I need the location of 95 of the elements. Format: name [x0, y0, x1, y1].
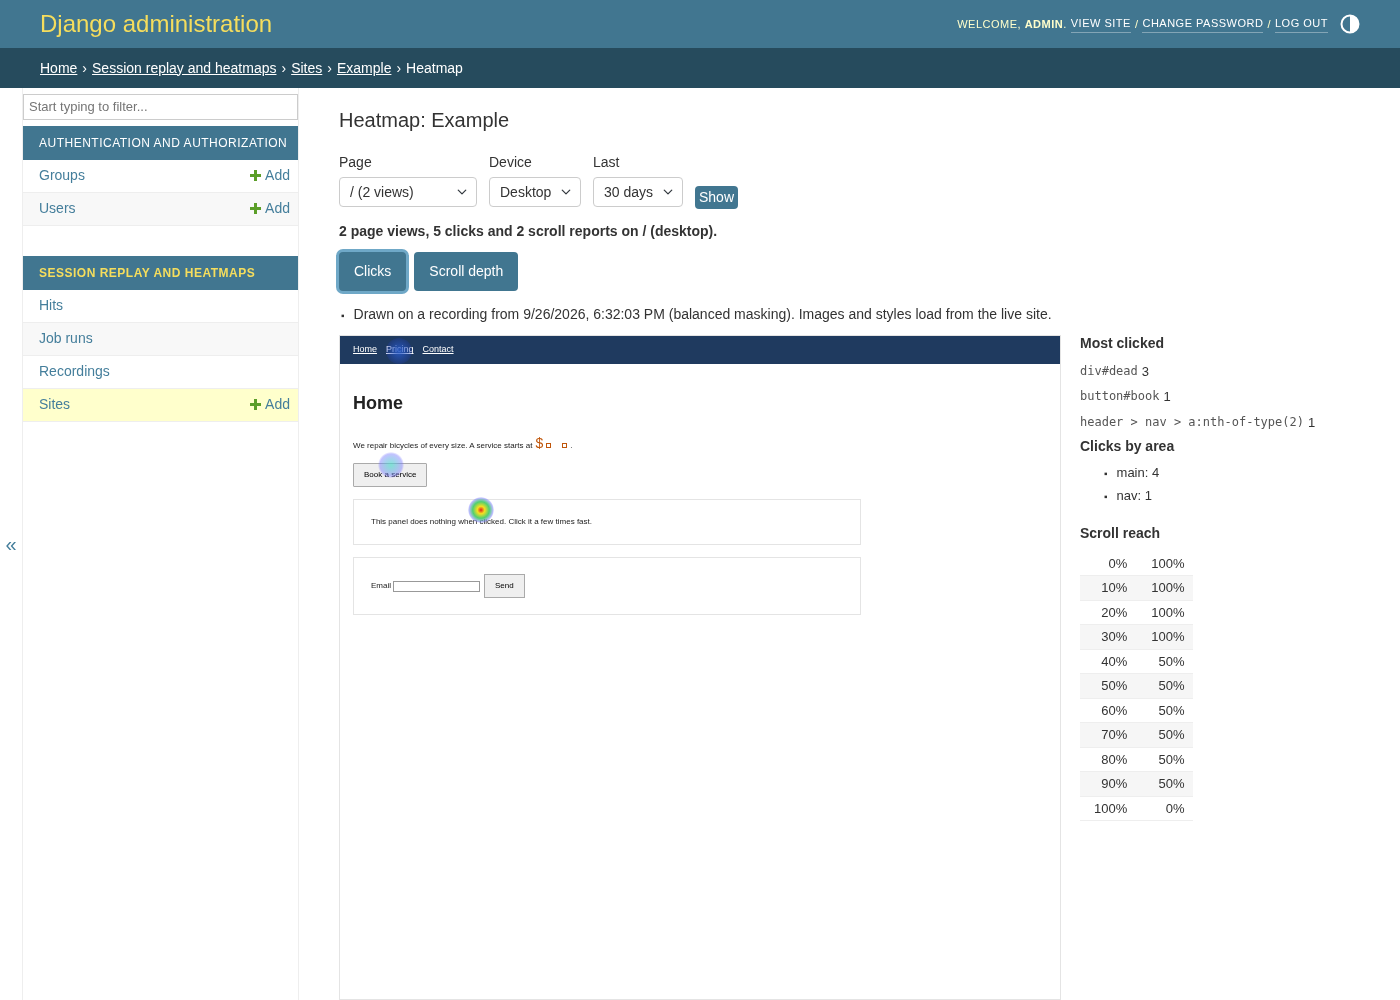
intro-text: We repair bicycles of every size. A service starts at: [353, 440, 533, 453]
email-field[interactable]: [393, 580, 480, 592]
breadcrumb-current: Heatmap: [406, 58, 463, 78]
table-cell: 40%: [1080, 649, 1136, 674]
table-cell: 60%: [1080, 698, 1136, 723]
table-cell: 0%: [1135, 796, 1193, 821]
breadcrumb-link[interactable]: Sites: [291, 57, 323, 79]
note-text: Drawn on a recording from 9/26/2026, 6:32:03 PM (balanced masking). Images and styles load from the live site.: [353, 305, 1052, 324]
model-link[interactable]: Job runs: [39, 328, 93, 349]
model-link[interactable]: Users: [39, 198, 76, 219]
price-text: $: [535, 434, 544, 454]
table-cell: 80%: [1080, 747, 1136, 772]
model-link[interactable]: Sites: [39, 394, 71, 415]
table-cell: 30%: [1080, 624, 1136, 650]
filter-field[interactable]: Start typing to filter...: [23, 94, 298, 120]
view-tab[interactable]: Scroll depth: [414, 252, 519, 291]
table-cell: 50%: [1135, 649, 1193, 674]
panel-text: This panel does nothing when clicked. Click it a few times fast.: [371, 517, 592, 527]
filter-select[interactable]: Desktop: [489, 177, 581, 207]
send-button[interactable]: Send: [484, 574, 525, 599]
breadcrumb-separator: ›: [396, 58, 402, 78]
table-cell: 70%: [1080, 722, 1136, 748]
add-link[interactable]: Add: [250, 165, 290, 186]
bullet-mark: ▪: [1104, 467, 1108, 481]
filter-label: Page: [339, 153, 373, 172]
click-count: 1: [1163, 388, 1171, 407]
table-cell: 100%: [1135, 624, 1193, 650]
heat-spot: [386, 338, 412, 365]
view-tab[interactable]: Clicks: [339, 252, 407, 291]
show-button[interactable]: Show: [695, 186, 739, 209]
section-heading: Clicks by area: [1080, 438, 1176, 456]
table-cell: 50%: [1135, 698, 1193, 723]
table-cell: 50%: [1135, 673, 1193, 699]
module-header[interactable]: SESSION REPLAY AND HEATMAPS: [23, 255, 298, 290]
summary-text: 2 page views, 5 clicks and 2 scroll reports on / (desktop).: [339, 222, 719, 241]
table-cell: 0%: [1080, 551, 1136, 576]
breadcrumb-link[interactable]: Example: [336, 57, 392, 79]
header-link[interactable]: LOG OUT: [1275, 15, 1328, 33]
preview-nav-link[interactable]: Pricing: [386, 343, 414, 357]
header-link[interactable]: VIEW SITE: [1070, 15, 1131, 33]
table-cell: 50%: [1135, 771, 1193, 797]
model-link[interactable]: Recordings: [39, 361, 110, 382]
add-link[interactable]: Add: [250, 394, 290, 415]
header-link[interactable]: CHANGE PASSWORD: [1142, 15, 1264, 33]
table-cell: 20%: [1080, 600, 1136, 625]
filter-label: Device: [489, 153, 533, 172]
theme-toggle-icon[interactable]: [1340, 14, 1360, 34]
area-item: nav: 1: [1116, 488, 1152, 506]
plus-icon: [250, 399, 262, 410]
table-cell: 90%: [1080, 771, 1136, 797]
filter-select[interactable]: / (2 views): [339, 177, 477, 207]
preview-heading: Home: [353, 392, 404, 416]
table-cell: 10%: [1080, 575, 1136, 601]
add-link[interactable]: Add: [250, 198, 290, 219]
welcome-text: WELCOME, ADMIN.: [957, 16, 1067, 32]
email-label: Email: [371, 580, 391, 593]
section-heading: Scroll reach: [1080, 525, 1162, 542]
breadcrumb-link[interactable]: Home: [40, 57, 78, 79]
page-title: Heatmap: Example: [339, 108, 511, 132]
filter-select[interactable]: 30 days: [593, 177, 683, 207]
book-button[interactable]: Book a service: [353, 463, 428, 488]
click-count: 3: [1141, 363, 1150, 381]
table-cell: 100%: [1135, 575, 1193, 601]
plus-icon: [250, 203, 262, 214]
module-header[interactable]: AUTHENTICATION AND AUTHORIZATION: [23, 125, 298, 160]
separator-text: /: [1267, 16, 1271, 32]
model-link[interactable]: Hits: [39, 295, 64, 316]
selector-text: div#dead: [1080, 363, 1138, 380]
click-count: 1: [1307, 414, 1316, 432]
breadcrumb-link[interactable]: Session replay and heatmaps: [92, 57, 277, 79]
table-cell: 100%: [1080, 796, 1136, 821]
table-cell: 50%: [1135, 722, 1193, 748]
breadcrumb-separator: ›: [281, 58, 287, 78]
breadcrumb-separator: ›: [82, 58, 88, 78]
bullet-mark: ▪: [1104, 490, 1108, 504]
area-item: main: 4: [1116, 465, 1160, 483]
table-cell: 50%: [1135, 747, 1193, 772]
table-cell: 100%: [1135, 551, 1193, 576]
plus-icon: [250, 170, 262, 181]
missing-glyph-icon: [562, 443, 568, 449]
table-cell: 50%: [1080, 673, 1136, 699]
table-cell: 100%: [1135, 600, 1193, 625]
section-heading: Most clicked: [1080, 335, 1166, 352]
separator-text: /: [1134, 16, 1139, 32]
model-link[interactable]: Groups: [39, 165, 85, 186]
preview-nav-link[interactable]: Home: [353, 343, 377, 357]
filter-label: Last: [593, 153, 621, 172]
period-text: .: [570, 440, 573, 453]
bullet-mark: ▪: [341, 309, 345, 322]
selector-text: button#book: [1080, 388, 1160, 406]
breadcrumb-separator: ›: [327, 58, 332, 78]
selector-text: header > nav > a:nth-of-type(2): [1080, 414, 1304, 431]
missing-glyph-icon: [546, 443, 552, 449]
site-title: Django administration: [40, 9, 273, 39]
preview-nav-link[interactable]: Contact: [422, 343, 454, 357]
